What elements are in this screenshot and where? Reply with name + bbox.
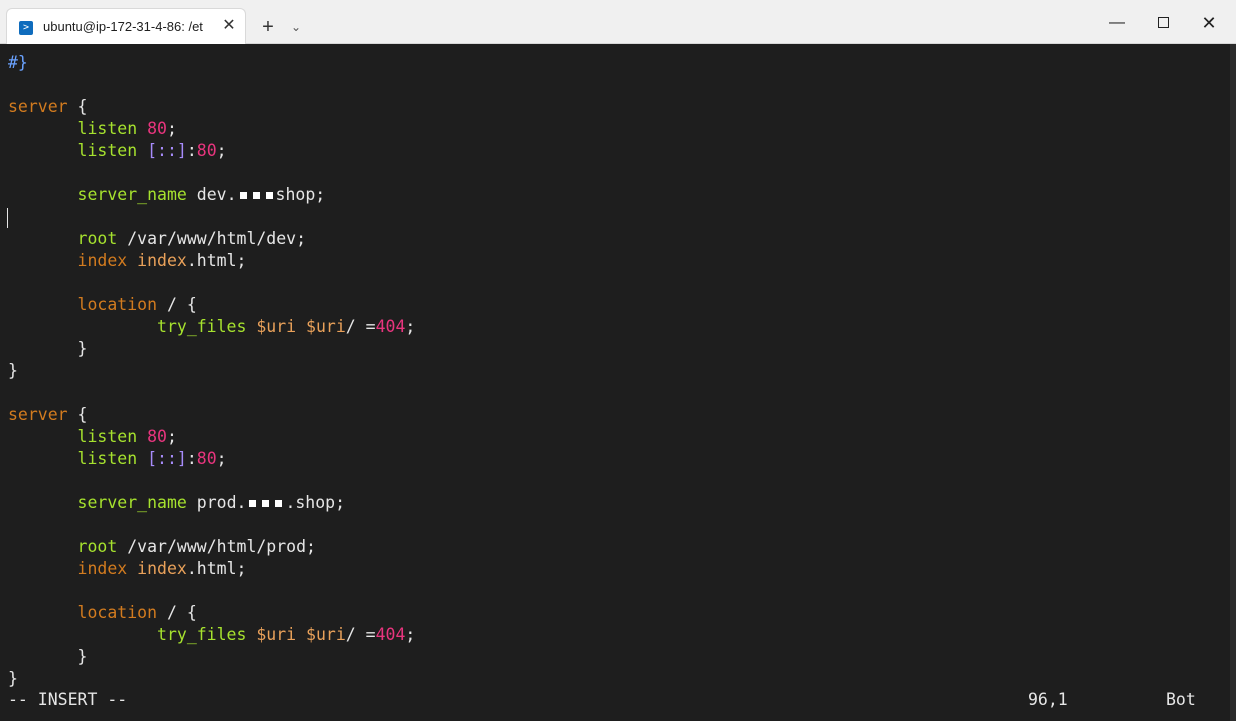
text-cursor (7, 208, 8, 228)
code-line: } (77, 339, 88, 358)
terminal-editor[interactable]: #} server { listen 80; listen [::]:80; s… (0, 44, 1230, 721)
redacted-block (275, 500, 283, 507)
tab-title: ubuntu@ip-172-31-4-86: /et (43, 19, 203, 34)
code-line: try_files $uri $uri/ =404; (157, 625, 416, 644)
code-line: listen 80; (77, 427, 177, 446)
new-tab-button[interactable]: + (256, 15, 280, 39)
code-line: try_files $uri $uri/ =404; (157, 317, 416, 336)
title-bar: > ubuntu@ip-172-31-4-86: /et ✕ + ⌄ — ✕ (0, 0, 1236, 44)
terminal-tab[interactable]: > ubuntu@ip-172-31-4-86: /et ✕ (6, 8, 246, 44)
code-line: root /var/www/html/prod; (77, 537, 316, 556)
code-line: listen 80; (77, 119, 177, 138)
code-line: } (8, 361, 18, 380)
mode-indicator: -- INSERT -- (8, 690, 128, 709)
redacted-block (239, 192, 247, 199)
code-line: location / { (77, 295, 197, 314)
minimize-button[interactable]: — (1094, 8, 1140, 38)
code-line: server_name dev. shop; (77, 185, 326, 204)
close-window-button[interactable]: ✕ (1186, 8, 1232, 38)
code-line: index index.html; (77, 251, 247, 270)
code-line: root /var/www/html/dev; (77, 229, 307, 248)
redacted-block (265, 192, 273, 199)
code-line: } (8, 669, 18, 688)
code-line: } (77, 647, 88, 666)
redacted-block (249, 500, 257, 507)
cursor-position: 96,1 (1028, 690, 1068, 709)
scroll-indicator: Bot (1166, 690, 1196, 709)
code-line: server { (8, 405, 88, 424)
redacted-block (262, 500, 270, 507)
close-tab-icon[interactable]: ✕ (219, 16, 239, 36)
code-line: index index.html; (77, 559, 247, 578)
terminal-icon: > (19, 21, 33, 35)
maximize-button[interactable] (1140, 8, 1186, 38)
code-line: server { (8, 97, 88, 116)
code-line: server_name prod. .shop; (77, 493, 346, 512)
scrollbar[interactable] (1230, 44, 1236, 721)
code-line: listen [::]:80; (77, 449, 227, 468)
code-line: #} (8, 53, 28, 72)
code-line: listen [::]:80; (77, 141, 227, 160)
redacted-block (252, 192, 260, 199)
code-line: location / { (77, 603, 197, 622)
maximize-icon (1157, 17, 1169, 29)
chevron-down-icon[interactable]: ⌄ (286, 15, 306, 39)
